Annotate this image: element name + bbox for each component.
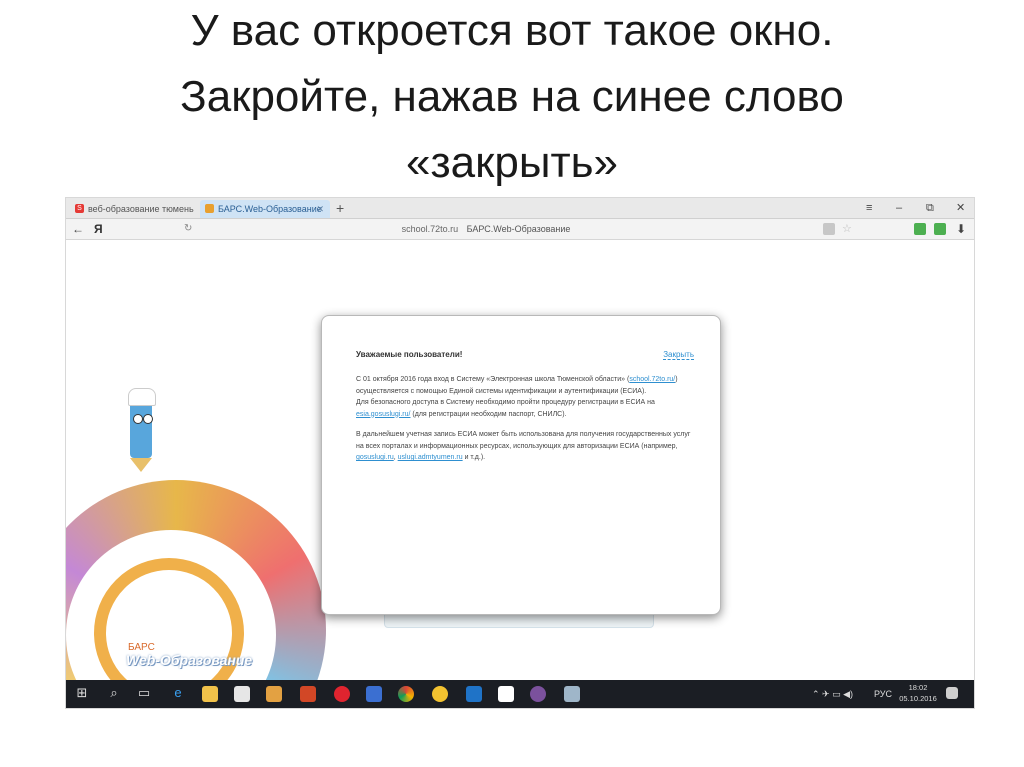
clock[interactable]: 18:02 05.10.2016 (898, 682, 938, 704)
gosuslugi-link[interactable]: gosuslugi.ru (356, 454, 394, 461)
yandex-search-icon: S (75, 204, 84, 213)
edge-icon[interactable]: e (170, 684, 186, 702)
menu-button[interactable]: ≡ (866, 199, 872, 217)
url-host: school.72to.ru (401, 224, 459, 234)
viber-icon[interactable] (530, 686, 546, 702)
new-tab-button[interactable]: + (336, 199, 344, 217)
pencil-mascot-icon (124, 388, 158, 472)
slide-title-line-1: У вас откроется вот такое окно. (190, 6, 834, 55)
language-indicator[interactable]: РУС (874, 684, 892, 704)
text: и т.д.). (462, 454, 486, 461)
powerpoint-icon[interactable] (300, 686, 316, 702)
tray-icons[interactable]: ⌃ ✈ ▭ ◀) (812, 684, 853, 704)
uslugi-admtyumen-link[interactable]: uslugi.admtyumen.ru (398, 454, 463, 461)
outlook-icon[interactable] (466, 686, 482, 702)
text: С 01 октября 2016 года вход в Систему «Э… (356, 376, 630, 383)
windows-start-icon[interactable]: ⊞ (74, 684, 90, 702)
task-view-icon[interactable]: ▭ (136, 684, 152, 702)
dialog-paragraph-1: С 01 октября 2016 года вход в Систему «Э… (356, 374, 692, 420)
address-bar: ← Я ↻ school.72to.ru БАРС.Web-Образовани… (66, 219, 974, 240)
clock-time: 18:02 (908, 683, 928, 692)
chrome-icon[interactable] (398, 686, 414, 702)
notifications-icon[interactable] (946, 687, 958, 699)
notice-dialog: Уважаемые пользователи! Закрыть С 01 окт… (321, 315, 721, 615)
slide-title: У вас откроется вот такое окно. Закройте… (0, 0, 1024, 196)
tab-label: БАРС.Web-Образование (218, 204, 322, 214)
extension-2-icon[interactable] (934, 223, 946, 235)
dialog-body: С 01 октября 2016 года вход в Систему «Э… (356, 374, 692, 473)
slide-title-line-2: Закройте, нажав на синее слово (180, 72, 844, 121)
tab-label: веб-образование тюмень (88, 204, 194, 214)
url-page-title: БАРС.Web-Образование (466, 224, 571, 234)
text: (для регистрации необходим паспорт, СНИЛ… (410, 410, 567, 418)
store-icon[interactable] (234, 686, 250, 702)
slide-title-line-3: «закрыть» (405, 138, 618, 187)
dialog-paragraph-2: В дальнейшем учетная запись ЕСИА может б… (356, 429, 692, 464)
yandex-logo-button[interactable]: Я (94, 220, 103, 238)
restore-button[interactable]: ⧉ (926, 199, 934, 217)
opera-icon[interactable] (334, 686, 350, 702)
close-window-button[interactable]: ✕ (956, 199, 965, 217)
downloads-button[interactable]: ⬇ (956, 220, 966, 238)
tab-search[interactable]: S веб-образование тюмень (70, 200, 198, 218)
school-link[interactable]: school.72to.ru/ (629, 376, 675, 383)
bars-favicon-icon (205, 204, 214, 213)
text: Для безопасного доступа в Систему необхо… (356, 399, 655, 406)
windows-taskbar: ⊞ ⌕ ▭ e ⌃ ✈ ▭ ◀) РУС 18:02 05.10.2016 (66, 680, 974, 708)
search-icon[interactable]: ⌕ (106, 684, 122, 702)
extension-1-icon[interactable] (914, 223, 926, 235)
back-button[interactable]: ← (72, 220, 84, 238)
text: В дальнейшем учетная запись ЕСИА может б… (356, 431, 691, 450)
minimize-button[interactable]: – (896, 199, 902, 217)
paint-icon[interactable] (564, 686, 580, 702)
tab-close-icon[interactable]: ✕ (316, 200, 324, 218)
yandex-browser-icon[interactable] (432, 686, 448, 702)
bookmark-star-icon[interactable]: ☆ (842, 220, 852, 238)
page-content: БАРС Web-Образование Уважаемые пользоват… (66, 240, 974, 680)
yandex-icon[interactable] (498, 686, 514, 702)
reader-mode-icon[interactable] (823, 223, 835, 235)
url-field[interactable]: school.72to.ru БАРС.Web-Образование (186, 219, 786, 239)
dialog-title: Уважаемые пользователи! (356, 350, 463, 359)
tab-bar: S веб-образование тюмень БАРС.Web-Образо… (66, 198, 974, 219)
media-icon[interactable] (266, 686, 282, 702)
clock-date: 05.10.2016 (899, 694, 937, 703)
file-explorer-icon[interactable] (202, 686, 218, 702)
app-icon[interactable] (366, 686, 382, 702)
tab-bars[interactable]: БАРС.Web-Образование ✕ (200, 200, 330, 218)
logo-web-obrazovanie: Web-Образование (126, 652, 253, 668)
esia-link[interactable]: esia.gosuslugi.ru/ (356, 411, 410, 418)
dialog-close-link[interactable]: Закрыть (663, 350, 694, 360)
browser-screenshot: S веб-образование тюмень БАРС.Web-Образо… (66, 198, 974, 708)
